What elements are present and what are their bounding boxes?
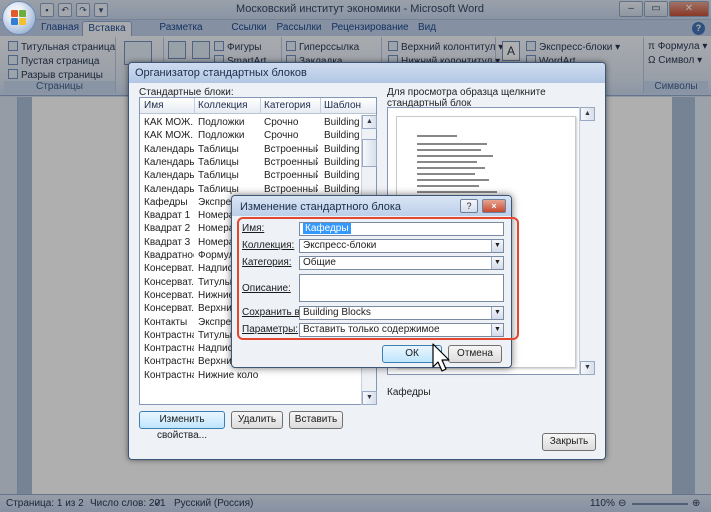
table-cell: Кафедры [144,196,188,208]
table-cell: Календарь 1 [144,143,194,155]
table-cell: Контрастна... [144,356,194,368]
table-cell: Контрастна... [144,369,194,381]
table-cell: Календарь 3 [144,170,194,182]
highlight-frame [237,217,519,340]
table-cell: Консерват... [144,303,194,315]
modify-title: Изменение стандартного блока [240,201,402,213]
table-cell: Подложки [198,117,245,128]
table-cell: Срочно [264,117,299,128]
preview-scrollbar[interactable]: ▲ ▼ [579,107,595,375]
table-cell: Таблицы [198,156,239,168]
table-cell: КАК МОЖ... [144,117,194,128]
edit-properties-button[interactable]: Изменить свойства... [139,411,225,441]
table-cell: Квадратное... [144,250,194,261]
table-cell: Консерват... [144,263,194,275]
table-cell: Консерват... [144,276,194,288]
table-row[interactable]: Календарь 1ТаблицыВстроенныйBuilding ... [140,143,376,156]
preview-scroll-down-icon[interactable]: ▼ [580,361,595,375]
organizer-title: Организатор стандартных блоков [135,67,307,79]
table-cell: Контакты [144,316,188,328]
table-cell: Календарь 2 [144,156,194,168]
office-button[interactable] [2,1,36,35]
preview-scroll-up-icon[interactable]: ▲ [580,107,595,121]
column-header-category[interactable]: Категория [264,100,311,111]
scroll-down-icon[interactable]: ▼ [362,391,377,405]
delete-button[interactable]: Удалить [231,411,283,429]
table-row[interactable]: Календарь 4ТаблицыВстроенныйBuilding ... [140,183,376,196]
table-cell: Квадрат 3 [144,236,191,248]
column-header-template[interactable]: Шаблон [324,100,361,111]
close-icon[interactable]: × [482,199,506,213]
organizer-close-button[interactable]: Закрыть [542,433,596,451]
preview-label: Для просмотра образца щелкните стандартн… [387,87,546,109]
preview-caption: Кафедры [387,387,431,398]
table-cell: Таблицы [198,143,239,155]
scroll-up-icon[interactable]: ▲ [362,115,377,129]
table-row[interactable]: КАК МОЖ... Подложки Срочно Building ... [140,116,376,129]
table-row[interactable]: КАК МОЖ... Подложки Срочно Building ... [140,129,376,142]
help-button[interactable]: ? [460,199,478,213]
column-header-name[interactable]: Имя [144,100,163,111]
blocks-table-header: Имя Коллекция Категория Шаблон [140,98,376,114]
mouse-pointer-icon [432,343,450,372]
table-cell: Срочно [264,130,299,142]
table-cell: Встроенный [264,156,318,168]
table-row[interactable]: Календарь 3ТаблицыВстроенныйBuilding ... [140,169,376,182]
scroll-thumb[interactable] [362,139,377,167]
office-logo-icon [11,10,27,26]
table-cell: Контрастна... [144,343,194,355]
table-cell: Встроенный [264,170,318,182]
table-cell: Подложки [198,130,245,142]
organizer-title-bar: Организатор стандартных блоков [129,63,605,83]
table-cell: Встроенный [264,183,318,195]
table-cell: Встроенный [264,143,318,155]
table-row[interactable]: Контрастна... Нижние коло... [140,369,376,382]
table-cell: Контрастная [144,329,194,341]
table-cell: Таблицы [198,183,239,195]
cancel-button[interactable]: Отмена [448,345,502,363]
table-cell: Календарь 4 [144,183,194,195]
table-cell: Таблицы [198,170,239,182]
table-row[interactable]: Календарь 2ТаблицыВстроенныйBuilding ... [140,156,376,169]
insert-button[interactable]: Вставить [289,411,343,429]
table-cell: Квадрат 1 [144,210,191,222]
table-cell: Нижние коло... [198,369,258,381]
table-cell: Консерват... [144,289,194,301]
modify-title-bar: Изменение стандартного блока ? × [232,196,511,216]
table-cell: Квадрат 2 [144,223,191,235]
table-cell: КАК МОЖ... [144,130,194,142]
column-header-gallery[interactable]: Коллекция [198,100,248,111]
